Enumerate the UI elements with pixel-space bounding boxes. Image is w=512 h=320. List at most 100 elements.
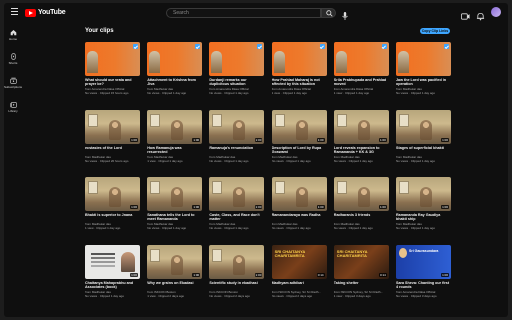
clip-title[interactable]: Bhakti is superior to Jnana [85,213,140,217]
selected-check-icon[interactable] [444,44,449,49]
search-button[interactable] [321,8,336,18]
clip-title[interactable]: Taking shelter [334,281,389,285]
clip-card[interactable]: 1:00 ecstasies of the Lord from Madhukar d… [85,109,140,173]
clip-meta: No views · Clipped 1 day ago [209,92,249,95]
top-bar: YouTube Search [4,3,508,21]
clip-title[interactable]: Madhyam adhikari [272,281,327,285]
clip-thumbnail[interactable]: 1:00 [147,177,203,211]
clip-thumbnail[interactable] [271,42,327,76]
clip-thumbnail[interactable] [147,42,203,76]
clip-title[interactable]: Sara Sheva: Chanting our first 4 rounds [396,281,451,290]
clip-title[interactable]: Description of Lord by Rupa Goswami [272,146,327,155]
duration-badge: 1:00 [130,272,138,277]
create-button[interactable] [461,8,470,20]
clip-card[interactable]: 1:00 Stages of superficial bhakti from Mad… [396,109,451,173]
clip-title[interactable]: Ramanuja's renunciation [209,146,264,150]
clip-title[interactable]: Jaw the Lord was pacified in operation [396,78,451,87]
sidebar-item-home[interactable]: Home [4,27,22,47]
clip-card[interactable]: 1:00 Description of Lord by Rupa Goswami f… [271,109,327,173]
clip-thumbnail[interactable]: Sri Chaitanya Charitamrita 0:14 [333,244,389,279]
clip-title[interactable]: Sanathana tells the Lord to meet Ramanan… [147,213,202,222]
clip-title[interactable]: Ramanandaraya was Radha [272,213,327,217]
clip-title[interactable]: Caste, Class, and Race don't matter [209,213,264,222]
clip-thumbnail[interactable]: Sri Gaurasundara 1:00 [396,244,451,279]
selected-check-icon[interactable] [381,44,387,49]
clip-thumbnail[interactable]: 1:00 [396,177,451,211]
clip-meta: No views · Clipped 1 day ago [271,227,311,230]
clip-thumbnail[interactable] [396,42,451,76]
clip-card[interactable]: 1:00 Radharanis 3 friends from Madhukar da… [333,177,389,240]
clip-card[interactable]: 1:00 Sanathana tells the Lord to meet Ram… [147,177,203,240]
sidebar-item-subscriptions[interactable]: Subscriptions [4,75,22,95]
sidebar-item-library[interactable]: Library [4,99,22,119]
clip-title[interactable]: Why we grains on Ekadasi [147,281,202,285]
clip-card[interactable]: Sri Chaitanya Charitamrita 0:14 Taking she… [333,244,389,308]
clip-title[interactable]: Stages of superficial bhakti [396,146,451,150]
clip-card[interactable]: What should our vrata and prayer be? from… [85,42,140,105]
clip-title[interactable]: Srila Prabhupada and Prahlad moved [334,78,389,87]
clip-card[interactable]: Durdanji remarks our duplicitous situati… [209,42,265,105]
clip-card[interactable]: 1:00 Bhakti is superior to Jnana from Madh… [85,177,140,240]
notifications-button[interactable] [476,8,485,21]
clip-title[interactable]: Durdanji remarks our duplicitous situati… [209,78,264,87]
duration-badge: 0:14 [378,272,387,277]
clip-title[interactable]: Chaitanya Mahaprabhu and Associates (boo… [85,281,140,290]
clip-card[interactable]: 1:00 Ramananda Ray Gaudiya bhakti ship fro… [396,177,451,240]
clip-thumbnail[interactable] [209,42,265,76]
clip-card[interactable]: 1:00 Chaitanya Mahaprabhu and Associates … [85,244,140,308]
clip-thumbnail[interactable]: Sri Chaitanya Charitamrita 0:14 [271,244,327,279]
clip-card[interactable]: 1:00 Scientific study in ekadhasi from ISK… [209,244,265,308]
mic-button[interactable] [341,8,350,20]
selected-check-icon[interactable] [195,44,201,49]
clip-meta: No views · Clipped 1 day ago [85,294,125,298]
main-content: Your clips Copy Clip Links What should o… [82,21,452,317]
clip-title[interactable]: Scientific study in ekadhasi [209,281,264,285]
menu-icon[interactable] [11,8,18,16]
clip-title[interactable]: Lord reveals expansion to Ramananda + KK… [334,146,389,155]
clip-card[interactable]: Sri Gaurasundara 1:00 Sara Sheva: Chanting… [396,244,451,308]
avatar[interactable] [491,7,501,17]
clip-card[interactable]: 1:00 Ramanandaraya was Radha from Madhukar… [271,177,327,240]
copy-clip-links-button[interactable]: Copy Clip Links [420,28,450,34]
clip-thumbnail[interactable]: 1:00 [209,109,265,144]
selected-check-icon[interactable] [319,44,325,49]
clip-thumbnail[interactable]: 1:00 [271,177,327,211]
clip-thumbnail[interactable]: 1:00 [85,177,140,211]
clip-thumbnail[interactable]: 1:00 [209,177,265,211]
clip-title[interactable]: Radharanis 3 friends [334,213,389,217]
clip-title[interactable]: How Prahlad Maharaj is not affected by t… [272,78,327,87]
clip-thumbnail[interactable]: 1:00 [85,244,140,279]
youtube-logo[interactable]: YouTube [25,8,66,17]
clip-title[interactable]: What should our vrata and prayer be? [85,78,140,87]
clip-card[interactable]: Attachment to Krishna from Jiva from Madh… [147,42,203,105]
clip-card[interactable]: Sri Chaitanya Charitamrita 0:14 Madhyam ad… [271,244,327,308]
selected-check-icon[interactable] [133,44,138,49]
subscriptions-icon [9,77,17,84]
clip-thumbnail[interactable]: 1:00 [396,109,451,144]
clip-card[interactable]: How Prahlad Maharaj is not affected by t… [271,42,327,105]
clip-thumbnail[interactable] [333,42,389,76]
clip-thumbnail[interactable]: 1:00 [147,244,203,279]
clip-thumbnail[interactable]: 1:00 [85,109,140,144]
clip-thumbnail[interactable]: 1:00 [209,244,265,279]
clip-thumbnail[interactable] [85,42,140,76]
clip-title[interactable]: Ramananda Ray Gaudiya bhakti ship [396,213,451,222]
sidebar-item-shorts[interactable]: Shorts [4,51,22,71]
search-input[interactable]: Search [166,8,321,18]
clip-card[interactable]: 1:00 Ramanuja's renunciation from Madhukar… [209,109,265,173]
clip-card[interactable]: 1:00 How Ramanuja was resurrected from Mad… [147,109,203,173]
clip-title[interactable]: Attachment to Krishna from Jiva [147,78,202,87]
clip-title[interactable]: ecstasies of the Lord [85,146,140,150]
clip-title[interactable]: How Ramanuja was resurrected [147,146,202,155]
clip-card[interactable]: 1:00 Lord reveals expansion to Ramananda … [333,109,389,173]
duration-badge: 1:00 [192,205,201,209]
clip-card[interactable]: 1:00 Why we grains on Ekadasi from ISKCON … [147,244,203,308]
clip-thumbnail[interactable]: 1:00 [333,109,389,144]
clip-thumbnail[interactable]: 1:00 [147,109,203,144]
clip-card[interactable]: Srila Prabhupada and Prahlad moved from A… [333,42,389,105]
clip-card[interactable]: Jaw the Lord was pacified in operation fr… [396,42,451,105]
clip-thumbnail[interactable]: 1:00 [333,177,389,211]
selected-check-icon[interactable] [257,44,263,49]
clip-card[interactable]: 1:00 Caste, Class, and Race don't matter f… [209,177,265,240]
clip-thumbnail[interactable]: 1:00 [271,109,327,144]
